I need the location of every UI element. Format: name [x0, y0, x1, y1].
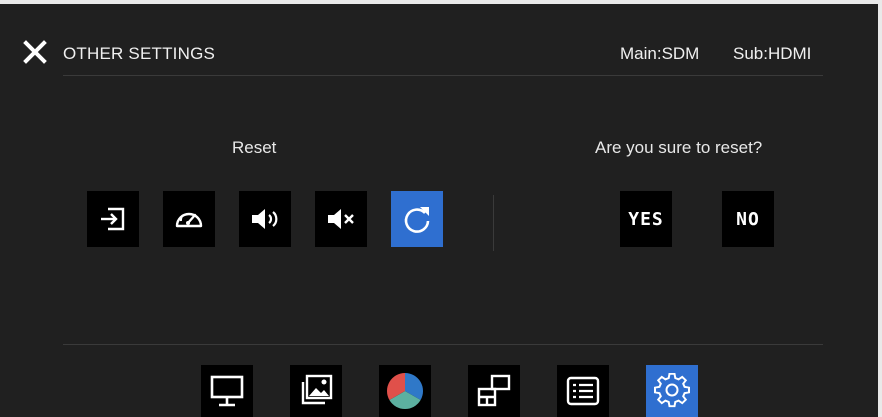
yes-button[interactable]: YES: [620, 191, 672, 247]
sub-source-label: Sub:HDMI: [733, 44, 812, 63]
layout-icon: [477, 374, 511, 407]
mute-button[interactable]: [315, 191, 367, 247]
header-divider: [63, 75, 823, 76]
nav-layout[interactable]: [468, 365, 520, 417]
close-icon[interactable]: [22, 39, 48, 65]
reset-confirm-prompt: Are you sure to reset?: [595, 138, 763, 157]
nav-settings[interactable]: [646, 365, 698, 417]
mute-icon: [328, 209, 354, 229]
picture-icon: [301, 374, 333, 405]
volume-icon: [252, 209, 278, 229]
monitor-icon: [210, 375, 244, 407]
reset-button[interactable]: [391, 191, 443, 247]
no-button[interactable]: NO: [722, 191, 774, 247]
footer-divider: [63, 344, 823, 345]
nav-display[interactable]: [201, 365, 253, 417]
color-icon: [386, 373, 424, 410]
volume-button[interactable]: [239, 191, 291, 247]
nav-color[interactable]: [379, 365, 431, 417]
nav-list[interactable]: [557, 365, 609, 417]
settings-icon: [654, 373, 690, 408]
input-source-button[interactable]: [87, 191, 139, 247]
meter-icon: [175, 212, 203, 228]
list-icon: [566, 376, 600, 406]
page-title: OTHER SETTINGS: [63, 44, 216, 63]
reset-label: Reset: [232, 138, 277, 157]
nav-picture[interactable]: [290, 365, 342, 417]
section-divider: [493, 195, 494, 251]
input-source-icon: [101, 207, 125, 231]
reset-icon: [404, 207, 430, 233]
meter-button[interactable]: [163, 191, 215, 247]
main-source-label: Main:SDM: [620, 44, 700, 63]
settings-panel: OTHER SETTINGS Main:SDM Sub:HDMI Reset A…: [0, 4, 878, 417]
